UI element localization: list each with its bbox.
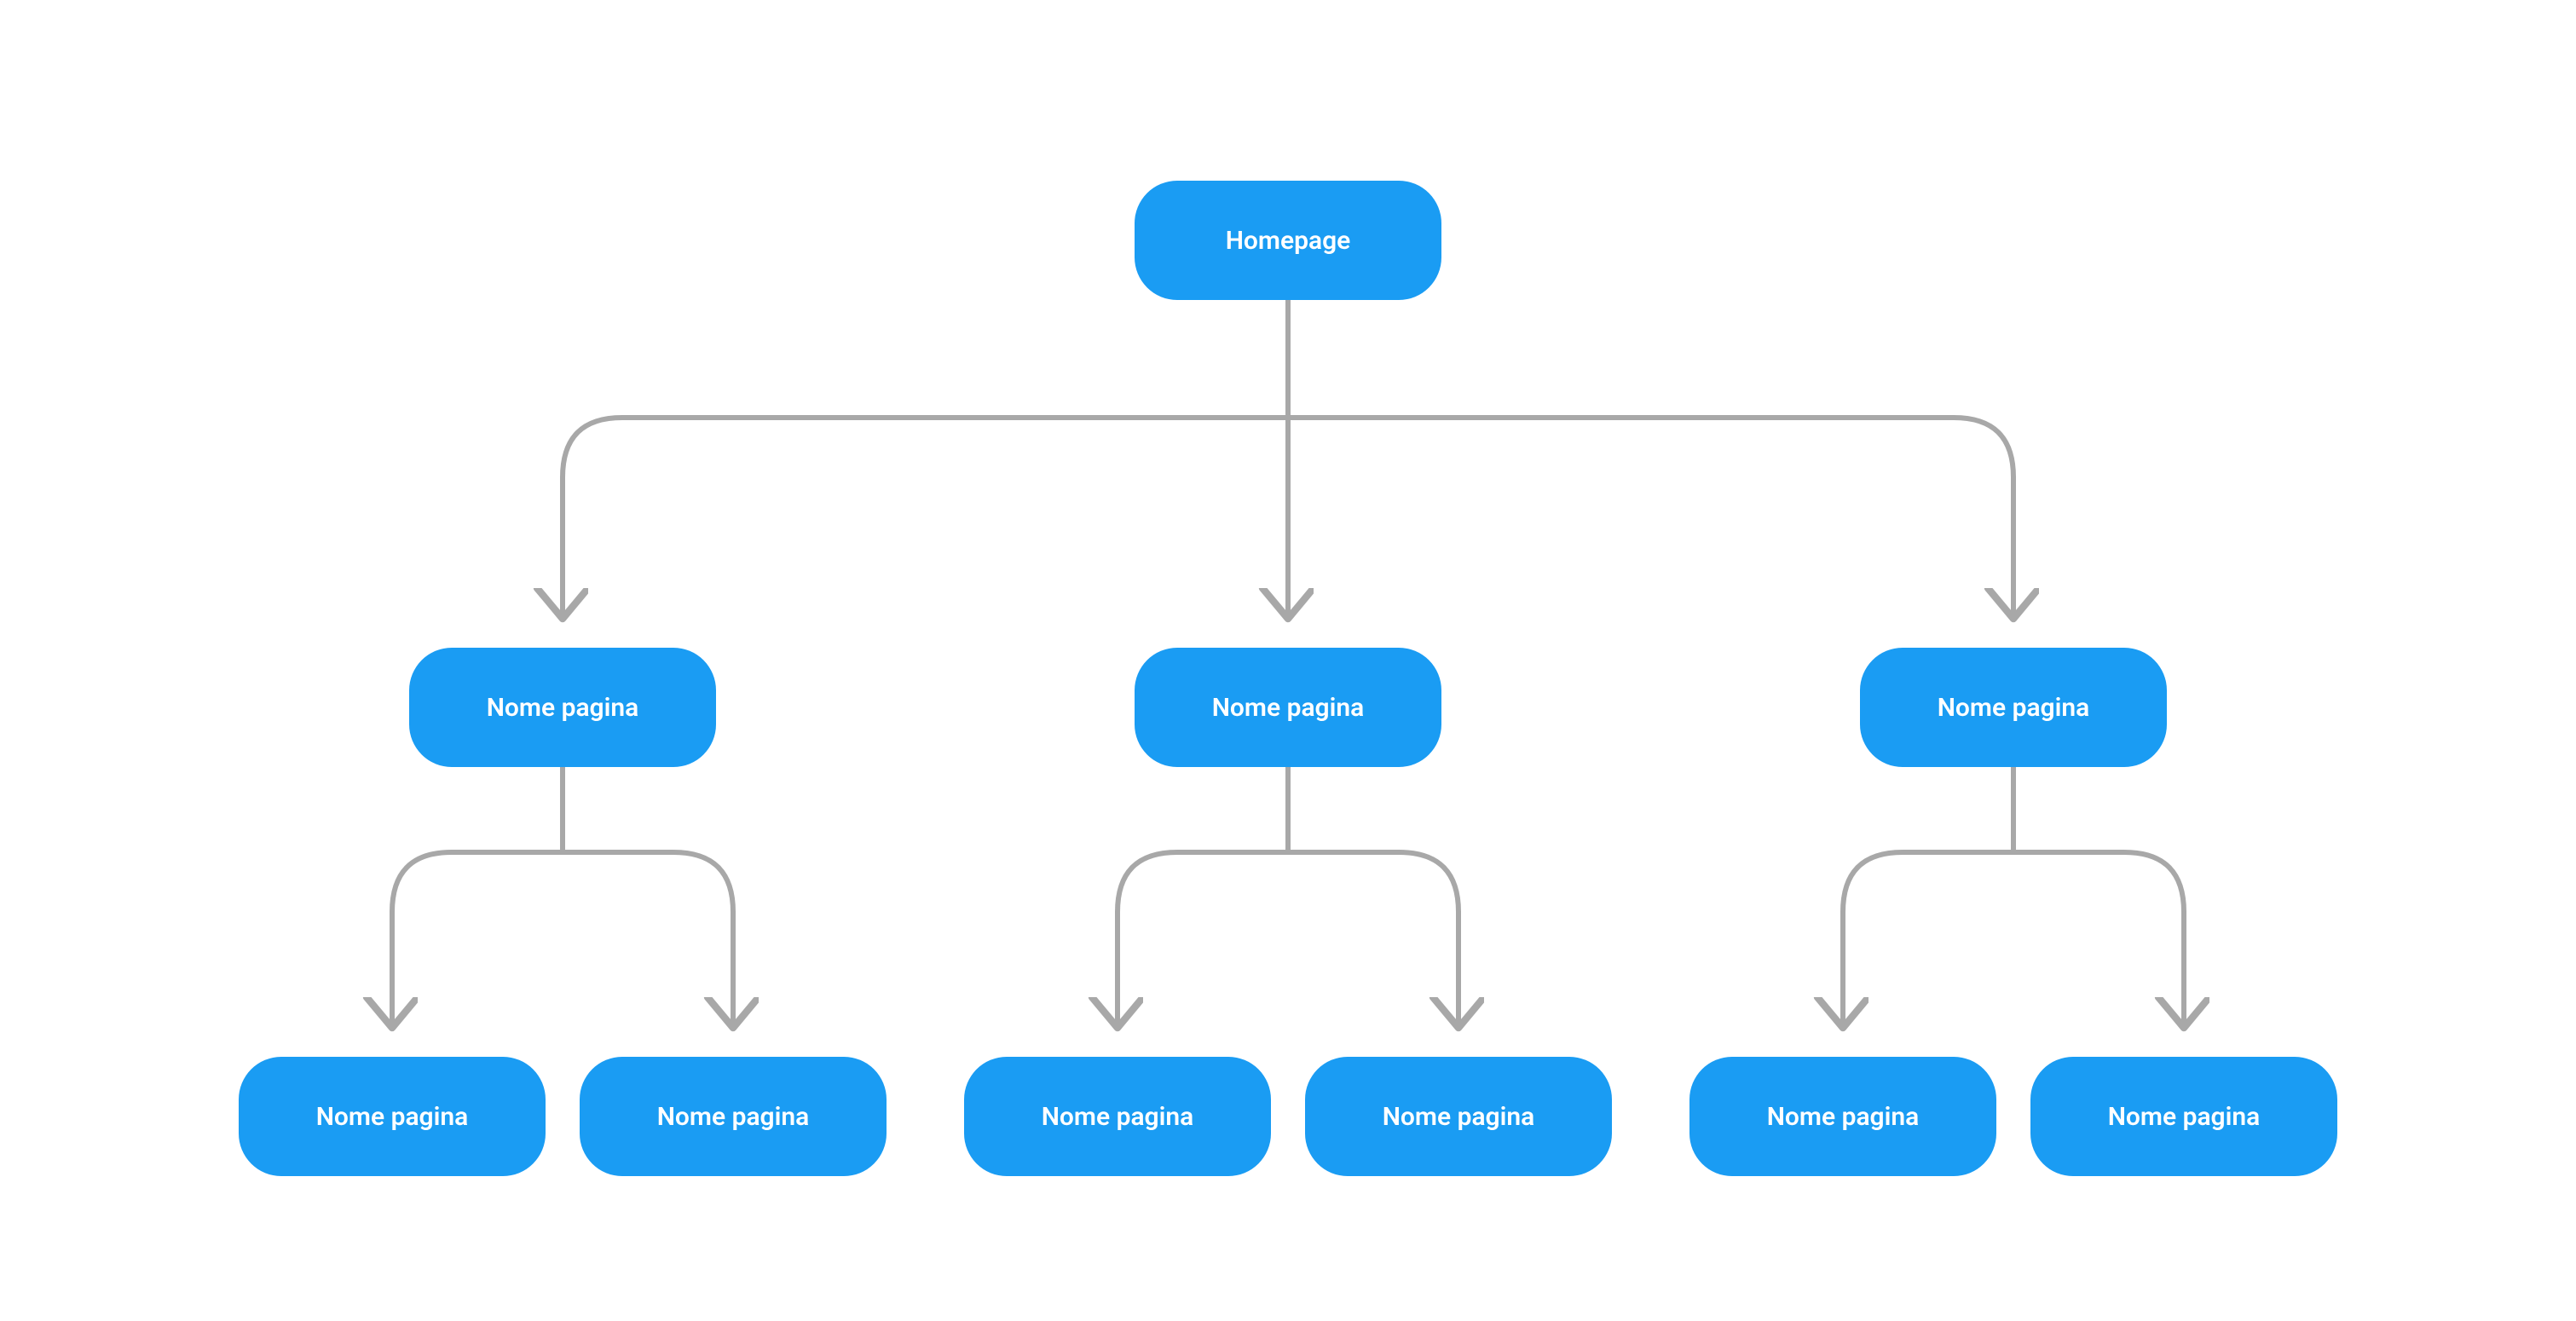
sitemap-diagram: Homepage Nome pagina Nome pagina Nome pa… — [0, 0, 2576, 1321]
node-level2-2-1-label: Nome pagina — [2108, 1102, 2261, 1132]
node-level2-1-1: Nome pagina — [1305, 1057, 1612, 1176]
node-level2-1-0: Nome pagina — [964, 1057, 1271, 1176]
node-level2-2-1: Nome pagina — [2030, 1057, 2337, 1176]
node-level2-2-0-label: Nome pagina — [1767, 1102, 1920, 1132]
node-level2-1-1-label: Nome pagina — [1383, 1102, 1535, 1132]
node-root: Homepage — [1135, 181, 1441, 300]
node-level1-1: Nome pagina — [1135, 648, 1441, 767]
node-level1-0: Nome pagina — [409, 648, 716, 767]
node-level2-0-1-label: Nome pagina — [657, 1102, 810, 1132]
node-root-label: Homepage — [1226, 226, 1351, 256]
node-level1-2-label: Nome pagina — [1938, 693, 2090, 723]
node-level1-1-label: Nome pagina — [1212, 693, 1365, 723]
node-level2-2-0: Nome pagina — [1689, 1057, 1996, 1176]
node-level2-0-0: Nome pagina — [239, 1057, 546, 1176]
node-level2-0-0-label: Nome pagina — [316, 1102, 469, 1132]
node-level1-2: Nome pagina — [1860, 648, 2167, 767]
node-level2-0-1: Nome pagina — [580, 1057, 887, 1176]
node-level2-1-0-label: Nome pagina — [1042, 1102, 1194, 1132]
node-level1-0-label: Nome pagina — [487, 693, 639, 723]
